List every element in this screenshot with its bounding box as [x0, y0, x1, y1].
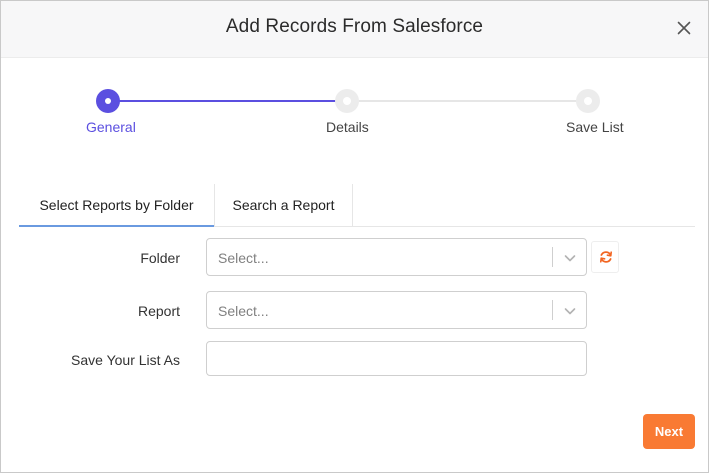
step-details-label: Details [326, 119, 369, 135]
tab-search-a-report[interactable]: Search a Report [214, 184, 353, 227]
step-save-list-dot[interactable] [576, 89, 600, 113]
report-select-separator [552, 300, 553, 320]
folder-select[interactable]: Select... [206, 238, 587, 276]
chevron-down-icon[interactable] [563, 251, 577, 265]
stepper-track-pending [347, 100, 588, 102]
save-list-as-label: Save Your List As [71, 352, 180, 368]
stepper-track-complete [108, 100, 347, 102]
report-select-placeholder: Select... [218, 303, 269, 319]
step-save-list-label: Save List [566, 119, 624, 135]
next-button[interactable]: Next [643, 414, 695, 449]
source-tabs: Select Reports by Folder Search a Report [19, 184, 695, 227]
step-details-dot[interactable] [335, 89, 359, 113]
folder-label: Folder [140, 250, 180, 266]
folder-select-placeholder: Select... [218, 250, 269, 266]
add-records-modal: Add Records From Salesforce General Deta… [0, 0, 709, 473]
close-button[interactable] [674, 18, 694, 38]
refresh-icon [600, 251, 612, 263]
wizard-stepper: General Details Save List [1, 86, 708, 146]
report-label: Report [137, 303, 180, 319]
folder-select-separator [552, 247, 553, 267]
chevron-down-icon[interactable] [563, 304, 577, 318]
report-select[interactable]: Select... [206, 291, 587, 329]
refresh-folders-button[interactable] [591, 241, 619, 273]
close-icon [677, 21, 691, 35]
modal-header: Add Records From Salesforce [1, 1, 708, 58]
save-list-as-input[interactable] [206, 341, 587, 376]
modal-title: Add Records From Salesforce [225, 16, 484, 37]
step-general-label: General [86, 119, 136, 135]
tab-select-reports-by-folder[interactable]: Select Reports by Folder [19, 184, 214, 227]
step-general-dot[interactable] [96, 89, 120, 113]
